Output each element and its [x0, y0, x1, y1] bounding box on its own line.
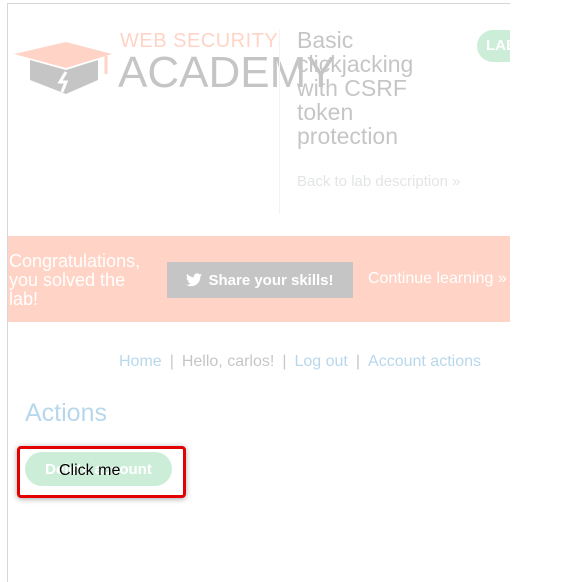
header-divider — [279, 29, 280, 214]
graduation-cap-icon — [14, 42, 112, 94]
academy-logo[interactable]: WEB SECURITY ACADEMY — [10, 30, 336, 110]
nav-separator: | — [355, 353, 361, 370]
nav-greeting: Hello, carlos! — [181, 353, 275, 370]
lab-status-badge: LAB — [477, 30, 510, 62]
share-skills-button[interactable]: Share your skills! — [167, 262, 353, 298]
continue-learning-link[interactable]: Continue learning » — [368, 270, 507, 288]
nav-logout-link[interactable]: Log out — [294, 353, 347, 370]
back-to-description-link[interactable]: Back to lab description » — [297, 172, 477, 192]
decoy-click-label: Click me — [59, 462, 121, 479]
solved-banner: Congratulations, you solved the lab! Sha… — [8, 236, 510, 322]
nav-home-link[interactable]: Home — [119, 353, 162, 370]
nav-account-actions-link[interactable]: Account actions — [368, 353, 481, 370]
account-nav: Home | Hello, carlos! | Log out | Account acti… — [119, 353, 481, 371]
share-skills-label: Share your skills! — [208, 271, 334, 289]
nav-separator: | — [282, 353, 287, 370]
lab-title: Basic clickjacking with CSRF token prote… — [297, 27, 414, 149]
actions-heading: Actions — [25, 399, 107, 427]
twitter-bird-icon — [186, 273, 203, 287]
solved-message: Congratulations, you solved the lab! — [9, 251, 141, 309]
nav-separator: | — [169, 353, 174, 370]
lab-header: WEB SECURITY ACADEMY Basic clickjacking … — [8, 4, 510, 236]
